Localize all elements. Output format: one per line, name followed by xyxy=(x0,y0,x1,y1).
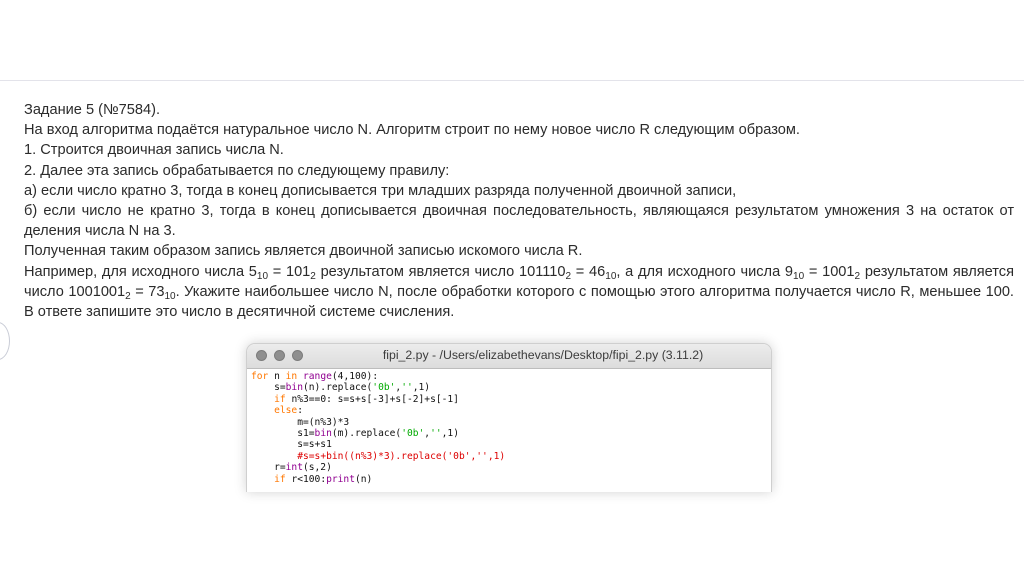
string-token: '0b' xyxy=(372,382,396,394)
keyword-token: else xyxy=(274,405,298,417)
code-line: m=(n%3)*3 xyxy=(251,417,771,428)
task-example: Например, для исходного числа 510 = 1012… xyxy=(24,262,1014,323)
code-editor[interactable]: for n in range(4,100): s=bin(n).replace(… xyxy=(247,369,771,485)
code-token: ,1) xyxy=(441,428,459,440)
task-rule-b: б) если число не кратно 3, тогда в конец… xyxy=(24,203,1014,240)
task-step-2: 2. Далее эта запись обрабатывается по сл… xyxy=(24,162,450,179)
example-text: = 101 xyxy=(268,263,311,280)
example-text: = 1001 xyxy=(804,263,855,280)
code-line: for n in range(4,100): xyxy=(251,371,771,382)
code-token: (n).replace( xyxy=(302,382,373,394)
idle-editor-window: fipi_2.py - /Users/elizabethevans/Deskto… xyxy=(246,343,772,492)
code-token: s=s+s1 xyxy=(251,439,332,451)
code-token: m=(n%3)*3 xyxy=(251,416,350,428)
builtin-token: range xyxy=(303,371,332,382)
string-token: '' xyxy=(401,382,413,394)
example-subscript: 10 xyxy=(164,290,176,302)
close-window-icon[interactable] xyxy=(256,350,267,361)
task-intro: На вход алгоритма подаётся натуральное ч… xyxy=(24,122,800,139)
side-scroll-control[interactable] xyxy=(0,322,10,360)
zoom-window-icon[interactable] xyxy=(292,350,303,361)
code-token: (m).replace( xyxy=(331,428,402,440)
task-title: Задание 5 (№7584). xyxy=(24,102,161,118)
example-text: . Укажите наибольшее число N, после обра… xyxy=(24,283,1014,321)
comment-token: #s=s+bin((n%3)*3).replace('0b','',1) xyxy=(297,450,506,462)
code-token: s= xyxy=(251,382,286,394)
builtin-token: int xyxy=(285,462,303,474)
code-token: (n) xyxy=(355,473,373,485)
builtin-token: print xyxy=(326,473,355,485)
task-step-1: 1. Строится двоичная запись числа N. xyxy=(24,142,284,159)
page-top-divider xyxy=(0,80,1024,81)
builtin-token: bin xyxy=(314,428,332,440)
code-line: s=s+s1 xyxy=(251,439,771,450)
example-text: = 46 xyxy=(571,263,606,280)
keyword-token: in xyxy=(285,371,298,382)
example-text: Например, для исходного числа 5 xyxy=(24,263,257,280)
code-line: r=int(s,2) xyxy=(251,462,771,473)
example-text: = 73 xyxy=(130,283,165,300)
code-line: s1=bin(m).replace('0b','',1) xyxy=(251,428,771,439)
code-line: #s=s+bin((n%3)*3).replace('0b','',1) xyxy=(251,451,771,462)
task-statement: Задание 5 (№7584). На вход алгоритма под… xyxy=(24,100,1014,322)
code-token: : xyxy=(297,405,303,417)
minimize-window-icon[interactable] xyxy=(274,350,285,361)
code-token: s1= xyxy=(251,428,315,440)
code-token: (4,100): xyxy=(331,371,379,382)
window-titlebar: fipi_2.py - /Users/elizabethevans/Deskto… xyxy=(247,344,771,369)
example-subscript: 10 xyxy=(256,270,269,282)
code-line: if n%3==0: s=s+s[-3]+s[-2]+s[-1] xyxy=(251,394,771,405)
window-title: fipi_2.py - /Users/elizabethevans/Deskto… xyxy=(382,348,704,362)
keyword-token: if xyxy=(274,473,286,485)
code-line: if r<100:print(n) xyxy=(251,474,771,485)
code-line: s=bin(n).replace('0b','',1) xyxy=(251,382,771,393)
example-text: , а для исходного числа 9 xyxy=(616,263,794,280)
code-token: n xyxy=(268,371,286,382)
code-line: else: xyxy=(251,405,771,416)
string-token: '' xyxy=(430,428,442,440)
code-token: r= xyxy=(251,462,286,474)
example-text: результатом является число 101110 xyxy=(315,263,566,280)
keyword-token: for xyxy=(251,371,269,382)
builtin-token: bin xyxy=(285,382,303,394)
string-token: '0b' xyxy=(401,428,425,440)
code-token: n%3==0: s=s+s[-3]+s[-2]+s[-1] xyxy=(285,393,459,405)
keyword-token: if xyxy=(274,393,286,405)
code-token: (s,2) xyxy=(302,462,332,474)
example-subscript: 10 xyxy=(793,270,805,282)
task-result: Полученная таким образом запись является… xyxy=(24,243,583,260)
task-rule-a: а) если число кратно 3, тогда в конец до… xyxy=(24,182,737,199)
code-token: r<100: xyxy=(285,473,327,485)
example-subscript: 10 xyxy=(605,270,617,282)
code-token: ,1) xyxy=(412,382,431,394)
